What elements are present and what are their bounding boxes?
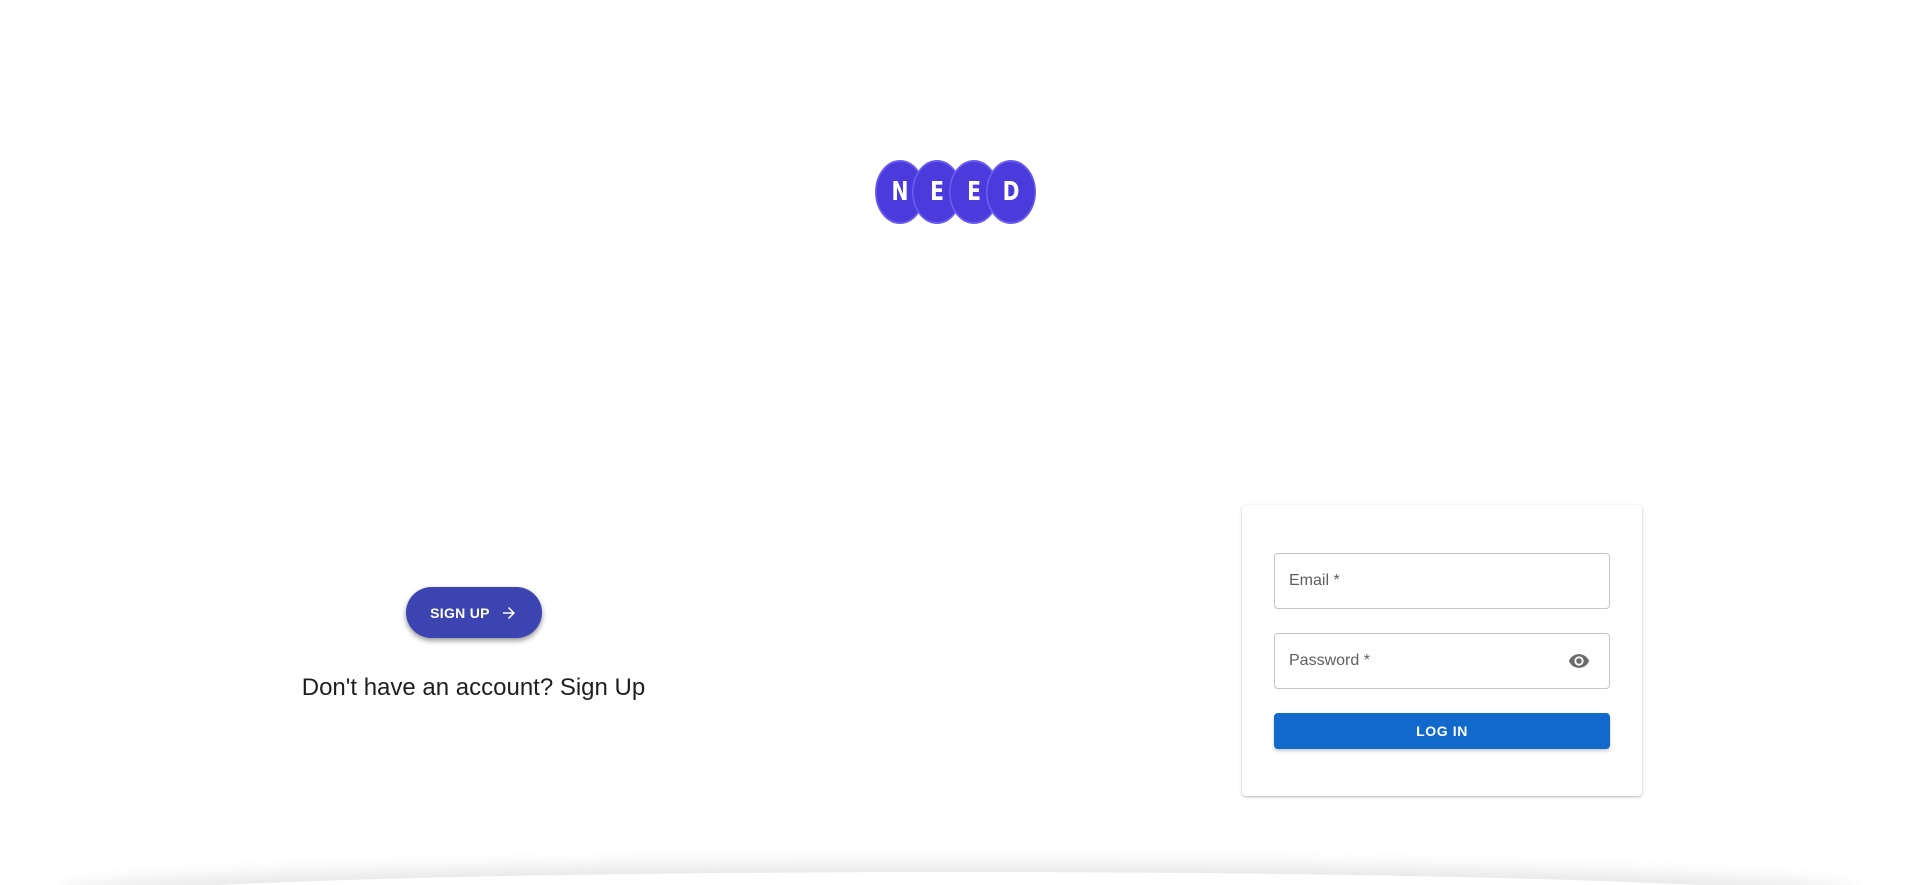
need-logo: N E E D xyxy=(868,158,1048,228)
email-field[interactable]: Email * xyxy=(1274,553,1610,609)
login-page: N E E D SIGN UP Don't have an account? S… xyxy=(0,0,1917,885)
logo-letter: D xyxy=(986,160,1036,224)
sign-up-button-label: SIGN UP xyxy=(430,604,490,621)
arrow-right-icon xyxy=(500,604,518,622)
bottom-panel-edge xyxy=(60,872,1857,885)
sign-up-button[interactable]: SIGN UP xyxy=(406,587,542,638)
password-field[interactable]: Password * xyxy=(1274,633,1610,689)
sign-up-prompt: Don't have an account? Sign Up xyxy=(301,674,646,701)
login-card: Email * Password * LOG IN xyxy=(1242,505,1642,796)
log-in-button[interactable]: LOG IN xyxy=(1274,713,1610,749)
